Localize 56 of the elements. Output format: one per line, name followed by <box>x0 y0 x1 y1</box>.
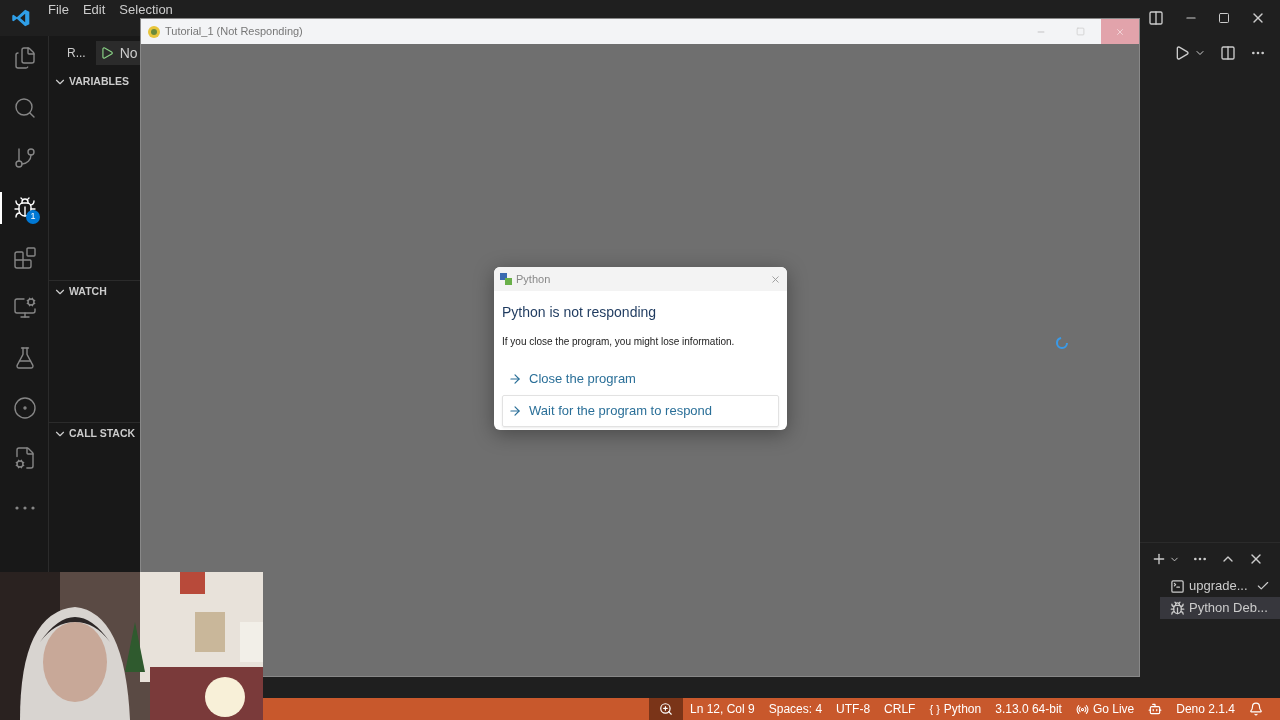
section-header[interactable]: CALL STACK <box>49 423 140 445</box>
loading-spinner-icon <box>1055 336 1069 350</box>
dialog-title: Python <box>516 271 551 287</box>
dialog-option[interactable]: Wait for the program to respond <box>502 395 779 427</box>
window-title: Tutorial_1 (Not Responding) <box>165 24 303 40</box>
run-icon[interactable] <box>1174 45 1190 61</box>
section-header[interactable]: VARIABLES <box>49 71 140 93</box>
braces-icon: { } <box>929 700 940 718</box>
search-icon <box>13 96 37 120</box>
menu-item[interactable]: File <box>44 2 73 17</box>
terminal-tab[interactable]: Python Deb... <box>1160 597 1280 619</box>
python-logo-icon <box>500 273 512 285</box>
bug-icon <box>13 196 37 220</box>
play-icon <box>99 46 114 60</box>
branch-icon <box>13 146 37 170</box>
split-editor-icon[interactable] <box>1220 45 1236 61</box>
dialog-message: If you close the program, you might lose information. <box>501 335 736 349</box>
bell-icon <box>1249 702 1263 716</box>
app-logo-icon <box>11 8 31 28</box>
go-live-button[interactable]: Go Live <box>1068 698 1142 720</box>
status-item[interactable]: Spaces: 4 <box>761 698 830 720</box>
close-icon <box>1115 26 1125 37</box>
restore-icon[interactable] <box>1218 12 1230 24</box>
bug-icon <box>1170 600 1185 616</box>
robot-icon <box>1148 702 1163 716</box>
status-item[interactable]: 3.13.0 64-bit <box>988 698 1069 720</box>
broadcast-icon <box>1075 702 1089 716</box>
status-item[interactable]: Deno 2.1.4 <box>1169 698 1242 720</box>
menu-item[interactable]: Edit <box>78 2 110 17</box>
files-icon <box>13 46 37 70</box>
zoom-icon <box>659 702 673 716</box>
section-header[interactable]: WATCH <box>49 281 140 303</box>
status-item[interactable]: Ln 12, Col 9 <box>683 698 762 720</box>
arrow-icon <box>508 404 522 418</box>
zoom-button[interactable] <box>649 698 683 720</box>
snake-logo-icon <box>147 24 161 39</box>
arrow-icon <box>508 372 522 386</box>
dialog-heading: Python is not responding <box>501 303 658 322</box>
status-item[interactable]: CRLF <box>877 698 923 720</box>
monitor-icon <box>13 296 37 320</box>
status-item[interactable]: UTF-8 <box>829 698 878 720</box>
terminal-icon <box>1170 578 1185 594</box>
blocks-icon <box>13 246 37 270</box>
layout-icon[interactable] <box>1148 10 1164 26</box>
dialog-option[interactable]: Close the program <box>502 363 779 395</box>
file-gear-icon <box>13 446 37 470</box>
more-icon <box>15 506 35 510</box>
notification-badge: 1 <box>26 210 40 224</box>
language-button[interactable]: { } Python <box>922 698 989 720</box>
circle-icon <box>13 396 37 420</box>
menu-item[interactable]: Selection <box>115 2 177 17</box>
sidebar-title: R... <box>67 45 86 62</box>
add-icon[interactable] <box>1151 551 1167 567</box>
run-config-button[interactable]: No <box>95 41 142 65</box>
flask-icon <box>13 346 37 370</box>
terminal-tab[interactable]: upgrade... <box>1160 575 1280 597</box>
